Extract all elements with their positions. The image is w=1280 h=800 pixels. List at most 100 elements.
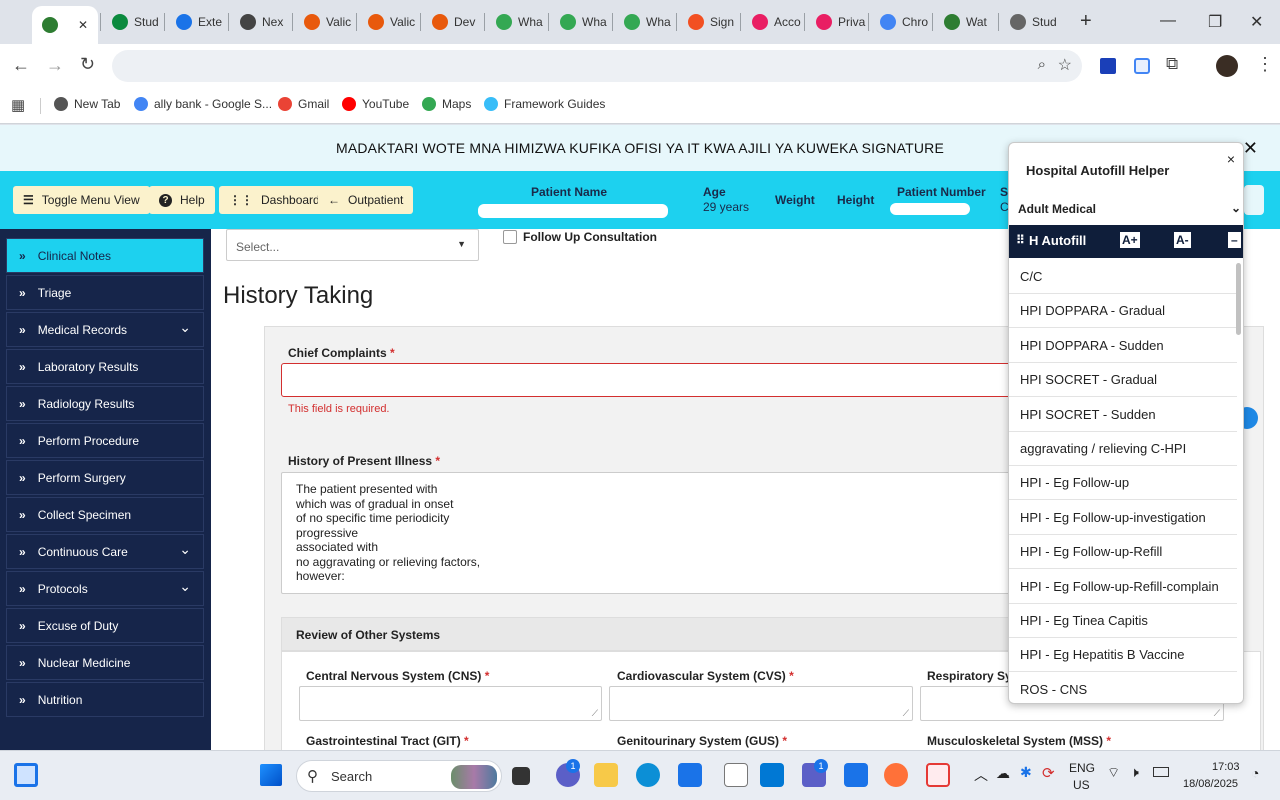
browser-tab[interactable]: Wha <box>550 8 612 36</box>
profile-avatar[interactable] <box>1216 55 1238 77</box>
browser-tab[interactable]: Priva <box>806 8 868 36</box>
notepad-icon[interactable] <box>724 763 748 787</box>
file-explorer-icon[interactable] <box>594 763 618 787</box>
browser-tab[interactable]: Nex <box>230 8 292 36</box>
sidebar-item[interactable]: » Excuse of Duty <box>6 608 204 643</box>
task-view-icon[interactable] <box>512 767 530 785</box>
browser-tab[interactable]: Stud <box>1000 8 1062 36</box>
forward-icon[interactable]: → <box>46 55 64 76</box>
service-select[interactable]: Select... ▼ <box>226 229 479 261</box>
font-increase-button[interactable]: A+ <box>1120 232 1140 248</box>
browser-tab[interactable]: Wat <box>934 8 996 36</box>
edge-browser-icon[interactable] <box>636 763 660 787</box>
sidebar-item[interactable]: » Medical Records ⌄ <box>6 312 204 347</box>
autofill-template-item[interactable]: HPI - Eg Follow-up-Refill-complain <box>1009 570 1237 604</box>
cvs-textarea[interactable]: ⟋ <box>609 686 913 721</box>
minimize-helper-button[interactable]: – <box>1228 232 1241 248</box>
follow-up-checkbox[interactable] <box>503 230 517 244</box>
browser-tab[interactable]: Dev <box>422 8 484 36</box>
apps-grid-icon[interactable]: ▦ <box>11 96 25 114</box>
back-icon[interactable]: ← <box>12 55 30 76</box>
address-bar[interactable]: ⌕ ☆ <box>112 50 1082 82</box>
battery-icon[interactable] <box>1153 767 1169 777</box>
store-icon[interactable] <box>678 763 702 787</box>
sidebar-item[interactable]: » Clinical Notes <box>6 238 204 273</box>
bookmark-item[interactable]: YouTube <box>342 97 409 111</box>
sidebar-item[interactable]: » Collect Specimen <box>6 497 204 532</box>
tab-close-icon[interactable]: ✕ <box>78 18 88 32</box>
autofill-template-item[interactable]: HPI SOCRET - Sudden <box>1009 398 1237 432</box>
autofill-template-item[interactable]: HPI - Eg Follow-up-investigation <box>1009 501 1237 535</box>
autofill-template-item[interactable]: HPI - Eg Follow-up <box>1009 466 1237 501</box>
browser-tab[interactable]: Chro <box>870 8 932 36</box>
new-tab-button[interactable]: + <box>1080 10 1092 33</box>
sync-tray-icon[interactable]: ⟳ <box>1042 764 1055 782</box>
cns-textarea[interactable]: ⟋ <box>299 686 602 721</box>
bookmark-item[interactable]: ally bank - Google S... <box>134 97 272 111</box>
close-window-icon[interactable]: ✕ <box>1250 12 1263 32</box>
sidebar-item[interactable]: » Nuclear Medicine <box>6 645 204 680</box>
bookmark-star-icon[interactable]: ☆ <box>1058 55 1072 75</box>
vscode-icon[interactable] <box>760 763 784 787</box>
autofill-template-item[interactable]: HPI - Eg Hepatitis B Vaccine <box>1009 638 1237 673</box>
browser-tab[interactable]: Wha <box>486 8 548 36</box>
autofill-template-item[interactable]: C/C <box>1009 260 1237 294</box>
browser-tab[interactable]: Stud <box>102 8 164 36</box>
outpatient-button[interactable]: ← Outpatient <box>318 186 414 214</box>
profile-select[interactable]: Adult Medical ⌄ <box>1009 198 1243 220</box>
browser-tab[interactable]: Acco <box>742 8 804 36</box>
browser-tab[interactable]: ✕ <box>32 6 98 44</box>
sidebar-item[interactable]: » Perform Surgery <box>6 460 204 495</box>
chief-complaints-input[interactable] <box>281 363 1021 397</box>
firefox-icon[interactable] <box>884 763 908 787</box>
sidebar-item[interactable]: » Radiology Results <box>6 386 204 421</box>
font-decrease-button[interactable]: A- <box>1174 232 1191 248</box>
wifi-icon[interactable]: ⌔ <box>1107 764 1120 782</box>
language-indicator[interactable]: ENG <box>1069 761 1095 775</box>
helper-scrollbar[interactable] <box>1236 263 1241 335</box>
snipping-tool-icon[interactable] <box>926 763 950 787</box>
autofill-template-item[interactable]: HPI SOCRET - Gradual <box>1009 363 1237 398</box>
extension-icon-color[interactable] <box>1134 58 1150 74</box>
browser-tab[interactable]: Wha <box>614 8 676 36</box>
autofill-template-item[interactable]: HPI DOPPARA - Sudden <box>1009 329 1237 363</box>
clock-time[interactable]: 17:03 <box>1212 761 1240 773</box>
help-button[interactable]: ? Help <box>149 186 215 214</box>
taskbar-search[interactable]: ⚲ Search <box>296 760 502 792</box>
extension-icon-blue[interactable] <box>1100 58 1116 74</box>
tray-chevron-icon[interactable]: ︿ <box>974 765 988 785</box>
drag-handle-icon[interactable]: ⠿ <box>1016 233 1025 247</box>
browser-tab[interactable]: Exte <box>166 8 228 36</box>
notification-icon[interactable]: ◔ <box>1251 765 1259 781</box>
volume-icon[interactable]: 🕨 <box>1130 764 1139 781</box>
helper-close-icon[interactable]: × <box>1227 151 1235 167</box>
extensions-puzzle-icon[interactable]: ⧉ <box>1166 54 1178 74</box>
browser-tab[interactable]: Sign <box>678 8 740 36</box>
widgets-icon[interactable] <box>14 763 38 787</box>
start-button[interactable] <box>260 764 282 786</box>
sidebar-item[interactable]: » Protocols ⌄ <box>6 571 204 606</box>
reload-icon[interactable]: ↻ <box>80 54 95 75</box>
banner-close-icon[interactable]: ✕ <box>1243 125 1258 171</box>
toggle-menu-button[interactable]: ☰ Toggle Menu View <box>13 186 150 214</box>
dashboard-button[interactable]: ⋮⋮ Dashboard <box>219 186 330 214</box>
autofill-template-item[interactable]: HPI - Eg Tinea Capitis <box>1009 604 1237 638</box>
zoom-icon[interactable]: ⌕ <box>1038 56 1046 73</box>
autofill-template-item[interactable]: aggravating / relieving C-HPI <box>1009 432 1237 466</box>
autofill-template-item[interactable]: ROS - CNS <box>1009 673 1237 703</box>
sidebar-item[interactable]: » Nutrition <box>6 682 204 717</box>
sidebar-item[interactable]: » Laboratory Results <box>6 349 204 384</box>
autofill-template-item[interactable]: HPI - Eg Follow-up-Refill <box>1009 535 1237 570</box>
autofill-template-item[interactable]: HPI DOPPARA - Gradual <box>1009 294 1237 329</box>
menu-kebab-icon[interactable]: ⋮ <box>1256 54 1274 75</box>
sidebar-item[interactable]: » Continuous Care ⌄ <box>6 534 204 569</box>
hpi-textarea[interactable]: The patient presented with which was of g… <box>281 472 1021 594</box>
network-tray-icon[interactable]: ☁ <box>996 765 1010 782</box>
bluetooth-icon[interactable]: ✱ <box>1020 764 1032 781</box>
bookmark-item[interactable]: Framework Guides <box>484 97 605 111</box>
sidebar-item[interactable]: » Perform Procedure <box>6 423 204 458</box>
minimize-window-icon[interactable]: — <box>1160 12 1176 30</box>
notes-icon[interactable] <box>844 763 868 787</box>
clock-date[interactable]: 18/08/2025 <box>1183 778 1238 790</box>
browser-tab[interactable]: Valic <box>358 8 420 36</box>
